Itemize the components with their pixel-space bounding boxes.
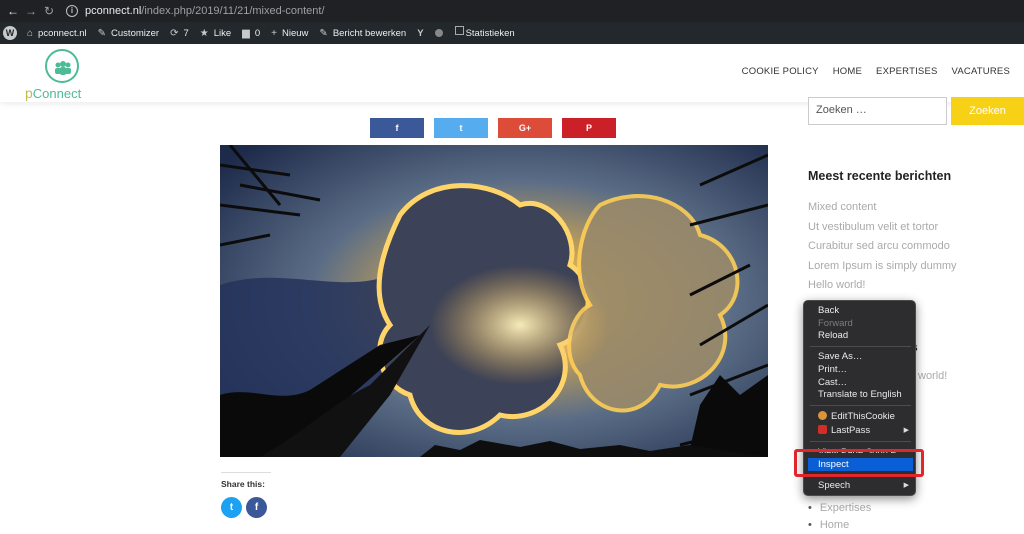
menu-item-back[interactable]: Back — [804, 304, 917, 317]
comment-icon: ▆ — [242, 27, 250, 39]
share-buttons: f t G+ P — [370, 118, 626, 138]
menu-item-editthiscookie-label: EditThisCookie — [831, 411, 895, 422]
googleplus-share-button[interactable]: G+ — [498, 118, 552, 138]
admin-customizer-label: Customizer — [111, 27, 160, 39]
updates-icon: ⟳ — [170, 27, 179, 39]
nav-cookie-policy[interactable]: COOKIE POLICY — [742, 66, 819, 77]
facebook-circle-button[interactable]: f — [246, 497, 267, 518]
admin-updates-link[interactable]: ⟳ 7 — [170, 28, 189, 39]
logo-text-main: Connect — [32, 86, 82, 101]
seo-status-dot — [434, 29, 443, 37]
pinterest-share-button[interactable]: P — [562, 118, 616, 138]
menu-item-speech[interactable]: Speech ▶ — [804, 479, 917, 492]
menu-item-lastpass[interactable]: LastPass ▶ — [804, 424, 917, 437]
admin-new-label: Nieuw — [282, 27, 309, 39]
address-bar[interactable]: pconnect.nl/index.php/2019/11/21/mixed-c… — [85, 5, 325, 17]
logo-text-prefix: p — [25, 85, 33, 101]
url-host: pconnect.nl — [85, 5, 142, 17]
logo-text: pConnect — [25, 85, 81, 101]
plus-icon: + — [271, 27, 278, 39]
recent-post-link[interactable]: Ut vestibulum velit et tortor — [808, 218, 957, 238]
menu-item-lastpass-label: LastPass — [831, 425, 871, 436]
recent-post-link[interactable]: Hello world! — [808, 276, 957, 296]
menu-item-speech-label: Speech — [818, 480, 851, 491]
admin-like-label: Like — [213, 27, 232, 39]
recent-posts-list: Mixed content Ut vestibulum velit et tor… — [808, 198, 957, 296]
facebook-share-button[interactable]: f — [370, 118, 424, 138]
menu-item-editthiscookie[interactable]: EditThisCookie — [804, 410, 917, 423]
menu-item-translate[interactable]: Translate to English — [804, 388, 917, 401]
featured-image — [220, 145, 768, 457]
nav-vacatures[interactable]: VACATURES — [952, 66, 1010, 77]
star-icon: ★ — [199, 27, 209, 39]
admin-site-label: pconnect.nl — [38, 27, 87, 39]
menu-separator — [810, 405, 911, 406]
twitter-share-button[interactable]: t — [434, 118, 488, 138]
share-this-label: Share this: — [221, 472, 271, 489]
admin-edit-link[interactable]: ✎ Bericht bewerken — [319, 28, 406, 39]
admin-updates-count: 7 — [183, 27, 189, 39]
highlight-annotation-box — [794, 449, 924, 477]
home-icon: ⌂ — [27, 27, 34, 39]
admin-new-link[interactable]: + Nieuw — [271, 28, 308, 39]
pencil-icon: ✎ — [319, 27, 328, 39]
menu-item-save-as[interactable]: Save As… — [804, 350, 917, 363]
category-list: Expertises Home — [808, 500, 871, 534]
nav-expertises[interactable]: EXPERTISES — [876, 66, 938, 77]
admin-edit-label: Bericht bewerken — [332, 27, 407, 39]
info-icon[interactable]: i — [66, 5, 78, 17]
menu-separator — [810, 346, 911, 347]
submenu-arrow-icon: ▶ — [903, 482, 909, 489]
yoast-icon[interactable]: Y — [417, 28, 423, 39]
admin-comments-link[interactable]: ▆ 0 — [242, 28, 260, 39]
stats-image[interactable]: Statistieken — [454, 25, 515, 39]
admin-site-link[interactable]: ⌂ pconnect.nl — [27, 28, 87, 39]
main-navigation: COOKIE POLICY HOME EXPERTISES VACATURES — [728, 66, 1010, 77]
admin-customizer-link[interactable]: ✎ Customizer — [98, 28, 159, 39]
site-logo[interactable]: pConnect — [25, 47, 85, 101]
broken-image-icon — [454, 25, 464, 35]
menu-separator — [810, 441, 911, 442]
recent-post-link[interactable]: Mixed content — [808, 198, 957, 218]
reload-icon[interactable]: ↻ — [40, 4, 58, 18]
submenu-arrow-icon: ▶ — [903, 427, 909, 434]
menu-item-print[interactable]: Print… — [804, 363, 917, 376]
partial-comment-link[interactable]: world! — [918, 370, 947, 382]
recent-post-link[interactable]: Curabitur sed arcu commodo — [808, 237, 957, 257]
twitter-circle-button[interactable]: t — [221, 497, 242, 518]
search-input[interactable]: Zoeken … — [808, 97, 947, 125]
wp-admin-bar: W ⌂ pconnect.nl ✎ Customizer ⟳ 7 ★ Like ▆ 0 +… — [0, 22, 1024, 44]
browser-toolbar: ← → ↻ i pconnect.nl/index.php/2019/11/21… — [0, 0, 1024, 22]
people-icon — [55, 61, 71, 75]
lastpass-icon — [818, 425, 827, 434]
stats-alt-text: Statistieken — [465, 27, 515, 39]
nav-home[interactable]: HOME — [833, 66, 862, 77]
brush-icon: ✎ — [97, 27, 107, 39]
site-header: pConnect COOKIE POLICY HOME EXPERTISES V… — [0, 44, 1024, 102]
recent-posts-title: Meest recente berichten — [808, 169, 952, 183]
admin-comments-count: 0 — [254, 27, 261, 39]
recent-post-link[interactable]: Lorem Ipsum is simply dummy — [808, 257, 957, 277]
admin-like-link[interactable]: ★ Like — [200, 28, 231, 39]
search-button[interactable]: Zoeken — [951, 97, 1024, 125]
wordpress-logo-icon[interactable]: W — [3, 26, 17, 40]
url-path: /index.php/2019/11/21/mixed-content/ — [141, 5, 325, 17]
menu-item-reload[interactable]: Reload — [804, 329, 917, 342]
category-link[interactable]: Expertises — [808, 500, 871, 517]
forward-arrow-icon[interactable]: → — [22, 4, 40, 18]
cookie-icon — [818, 411, 827, 420]
back-arrow-icon[interactable]: ← — [4, 4, 22, 18]
